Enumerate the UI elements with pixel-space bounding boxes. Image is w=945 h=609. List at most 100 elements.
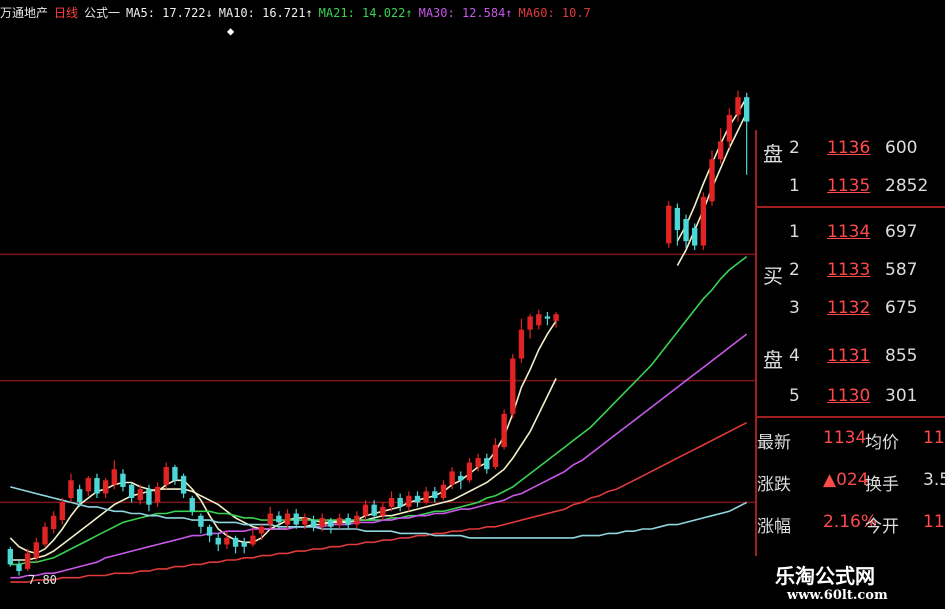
candle-46[interactable]: [406, 491, 412, 512]
stat-row: 最新 1134 均价 11: [755, 422, 945, 456]
candle-43[interactable]: [380, 502, 386, 521]
buy-level: 4: [789, 346, 800, 366]
candle-body: [94, 478, 100, 494]
candle-37[interactable]: [328, 517, 334, 534]
candle-body: [258, 526, 265, 534]
candle-60[interactable]: [527, 314, 533, 339]
candle-55[interactable]: [484, 453, 490, 474]
candle-35[interactable]: [310, 515, 317, 532]
candle-body: [475, 458, 481, 467]
candle-58[interactable]: [510, 354, 516, 419]
candle-body: [68, 480, 74, 498]
buy-row[interactable]: 3 1132 675: [755, 292, 945, 326]
candle-85[interactable]: [743, 92, 750, 175]
buy-row[interactable]: 4 1131 855: [755, 340, 945, 374]
candle-78[interactable]: [683, 214, 689, 248]
buy-row[interactable]: 2 1133 587: [755, 254, 945, 288]
candle-body: [50, 515, 57, 529]
candle-body: [397, 498, 403, 507]
candle-38[interactable]: [336, 513, 343, 530]
candle-83[interactable]: [726, 108, 733, 149]
candle-20[interactable]: [180, 473, 187, 498]
candle-24[interactable]: [215, 533, 221, 552]
candle-10[interactable]: [94, 473, 100, 498]
candle-21[interactable]: [189, 495, 195, 516]
candle-body: [553, 314, 559, 321]
candle-62[interactable]: [544, 312, 551, 326]
candle-body: [432, 491, 438, 498]
candle-body: [120, 473, 126, 487]
candle-body: [267, 513, 273, 525]
candle-57[interactable]: [501, 409, 507, 450]
buy-row[interactable]: 1 1134 697: [755, 216, 945, 250]
candle-body: [510, 358, 516, 414]
candle-body: [276, 515, 282, 523]
candle-39[interactable]: [345, 513, 351, 530]
candle-45[interactable]: [397, 493, 403, 512]
candle-9[interactable]: [85, 475, 91, 496]
candle-48[interactable]: [423, 486, 429, 505]
candle-body: [7, 548, 14, 565]
candle-82[interactable]: [717, 128, 724, 164]
candle-1[interactable]: [16, 560, 22, 576]
candle-body: [232, 537, 239, 547]
stat-label: 均价: [865, 433, 899, 453]
candle-26[interactable]: [232, 535, 239, 554]
candle-body: [206, 526, 213, 536]
candle-body: [388, 498, 395, 507]
candle-body: [345, 517, 351, 525]
candle-76[interactable]: [666, 201, 672, 248]
candle-29[interactable]: [258, 524, 265, 541]
candle-50[interactable]: [440, 480, 447, 501]
candlestick-chart[interactable]: 7.80: [0, 26, 755, 609]
candle-body: [42, 526, 48, 545]
candle-body: [154, 486, 161, 503]
buy-volume: 301: [885, 386, 918, 406]
sell-price: 1135: [827, 176, 871, 196]
candle-body: [59, 502, 65, 521]
formula-name[interactable]: 公式一: [84, 6, 120, 20]
buy-row[interactable]: 5 1130 301: [755, 380, 945, 414]
candle-28[interactable]: [250, 529, 256, 547]
candle-body: [128, 484, 135, 498]
candle-52[interactable]: [458, 471, 464, 490]
candle-14[interactable]: [128, 482, 135, 503]
sell-row[interactable]: 2 1136 600: [755, 132, 945, 166]
ma60-label: MA60: 10.7: [518, 6, 591, 20]
sell-row[interactable]: 1 1135 2852: [755, 170, 945, 204]
candle-47[interactable]: [414, 491, 421, 507]
candle-22[interactable]: [198, 513, 204, 534]
buy-level: 1: [789, 222, 800, 242]
candle-40[interactable]: [354, 511, 360, 529]
candle-7[interactable]: [68, 473, 74, 503]
candle-4[interactable]: [42, 522, 48, 547]
candle-body: [224, 537, 230, 545]
ma5-label: MA5: 17.722↓: [126, 6, 213, 20]
candle-27[interactable]: [241, 537, 247, 554]
candle-body: [458, 475, 464, 481]
candle-11[interactable]: [102, 478, 109, 498]
candle-61[interactable]: [536, 309, 542, 330]
stock-name[interactable]: 万通地产: [0, 6, 48, 20]
period-label[interactable]: 日线: [54, 6, 78, 20]
candle-23[interactable]: [206, 524, 213, 543]
candle-body: [362, 504, 369, 516]
candle-17[interactable]: [154, 482, 161, 507]
candle-body: [380, 506, 386, 516]
candle-80[interactable]: [700, 192, 707, 250]
candle-56[interactable]: [492, 438, 499, 470]
candle-body: [198, 515, 204, 527]
candle-18[interactable]: [163, 462, 169, 490]
candle-13[interactable]: [120, 469, 126, 492]
candle-body: [319, 517, 325, 527]
candle-49[interactable]: [432, 486, 438, 503]
candle-5[interactable]: [50, 511, 57, 534]
candle-59[interactable]: [518, 318, 525, 363]
candle-body: [284, 513, 291, 525]
ma10-label: MA10: 16.721↑: [218, 6, 313, 20]
buy-volume: 855: [885, 346, 918, 366]
candle-body: [735, 97, 741, 115]
candle-0[interactable]: [7, 546, 14, 567]
ma21-label: MA21: 14.022↑: [318, 6, 413, 20]
candle-53[interactable]: [466, 458, 473, 483]
